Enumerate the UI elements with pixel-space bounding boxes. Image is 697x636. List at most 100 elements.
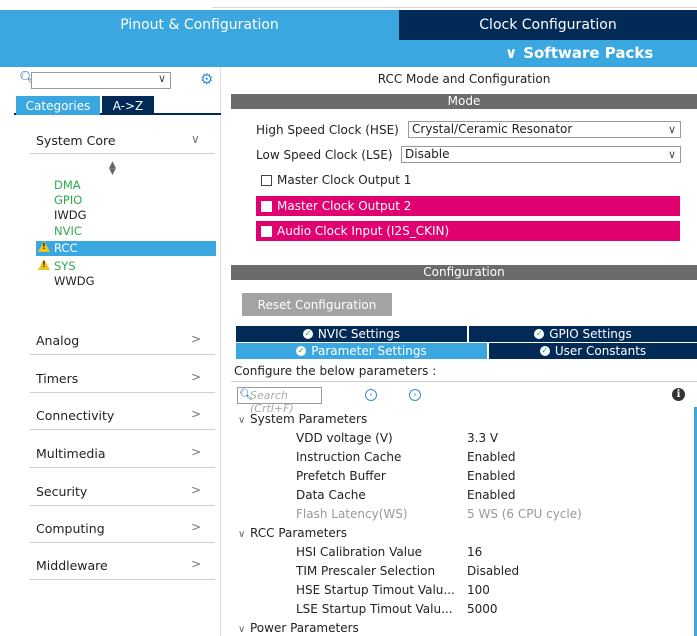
tab-clock-configuration[interactable]: Clock Configuration xyxy=(399,10,697,40)
group-system-core[interactable]: System Core ∨ xyxy=(14,129,221,153)
group-computing[interactable]: Computing > xyxy=(14,517,221,541)
panel-title: RCC Mode and Configuration xyxy=(377,72,551,86)
configuration-section-bar: Configuration xyxy=(231,265,697,280)
param-row[interactable]: Flash Latency(WS) 5 WS (6 CPU cycle) xyxy=(296,507,676,523)
peripheral-label: RCC xyxy=(54,241,78,255)
group-label: System Parameters xyxy=(250,412,368,426)
audio-clock-row[interactable]: Audio Clock Input (I2S_CKIN) xyxy=(256,221,680,241)
audio-clock-checkbox[interactable] xyxy=(261,225,272,237)
group-label: Computing xyxy=(36,521,105,536)
param-name: VDD voltage (V) xyxy=(296,431,393,445)
group-timers[interactable]: Timers > xyxy=(14,367,221,391)
param-row[interactable]: HSE Startup Timout Valu... 100 xyxy=(296,583,676,599)
software-packs-menu[interactable]: ∨ Software Packs xyxy=(505,44,653,62)
tab-gpio-settings[interactable]: ✓ GPIO Settings xyxy=(469,326,697,342)
group-label: Analog xyxy=(36,333,80,348)
mco2-checkbox[interactable] xyxy=(261,200,272,212)
divider xyxy=(30,354,215,355)
param-value: 5 WS (6 CPU cycle) xyxy=(467,507,582,521)
peripheral-label: WWDG xyxy=(54,274,95,288)
hse-select-value: Crystal/Ceramic Resonator xyxy=(412,122,573,136)
peripheral-rcc[interactable]: RCC xyxy=(36,241,216,256)
info-icon[interactable]: i xyxy=(672,388,685,401)
mode-section-bar: Mode xyxy=(231,94,697,109)
chevron-right-icon: > xyxy=(191,557,202,571)
chevron-down-icon: ∨ xyxy=(238,529,246,540)
param-row[interactable]: Instruction Cache Enabled xyxy=(296,450,676,466)
sidebar-search-input[interactable]: ∨ xyxy=(31,72,171,89)
mco1-label: Master Clock Output 1 xyxy=(277,173,412,187)
tab-a-to-z[interactable]: A->Z xyxy=(102,96,154,115)
warning-icon xyxy=(38,259,50,270)
tab-parameter-settings[interactable]: ✓ Parameter Settings xyxy=(236,343,487,359)
chevron-down-icon: ∨ xyxy=(238,415,246,426)
main-tabbar: Pinout & Configuration Clock Configurati… xyxy=(0,10,697,40)
sort-icon[interactable]: ▲ ▼ xyxy=(109,161,116,177)
chevron-right-icon: > xyxy=(191,445,202,459)
divider xyxy=(30,542,215,543)
next-icon[interactable]: › xyxy=(409,389,421,401)
param-row[interactable]: HSI Calibration Value 16 xyxy=(296,545,676,561)
peripheral-wwdg[interactable]: WWDG xyxy=(36,274,216,289)
param-name: Instruction Cache xyxy=(296,450,402,464)
system-parameters-group[interactable]: ∨ System Parameters xyxy=(238,412,367,426)
hse-select[interactable]: Crystal/Ceramic Resonator ∨ xyxy=(408,121,681,138)
peripheral-iwdg[interactable]: IWDG xyxy=(36,208,216,223)
lse-select[interactable]: Disable ∨ xyxy=(401,146,681,163)
param-row[interactable]: TIM Prescaler Selection Disabled xyxy=(296,564,676,580)
peripheral-label: DMA xyxy=(54,178,81,192)
lse-select-value: Disable xyxy=(405,147,450,161)
param-value: Enabled xyxy=(467,469,516,483)
param-row[interactable]: Prefetch Buffer Enabled xyxy=(296,469,676,485)
peripheral-sys[interactable]: SYS xyxy=(36,259,216,274)
check-circle-icon: ✓ xyxy=(534,329,545,339)
group-multimedia[interactable]: Multimedia > xyxy=(14,442,221,466)
param-row[interactable]: LSE Startup Timout Valu... 5000 xyxy=(296,602,676,618)
param-row[interactable]: Data Cache Enabled xyxy=(296,488,676,504)
tab-pinout-configuration[interactable]: Pinout & Configuration xyxy=(0,10,399,40)
tab-nvic-settings[interactable]: ✓ NVIC Settings xyxy=(236,326,467,342)
window-top-strip xyxy=(0,0,697,10)
group-middleware[interactable]: Middleware > xyxy=(14,554,221,578)
lse-label: Low Speed Clock (LSE) xyxy=(256,148,393,162)
group-label: Security xyxy=(36,484,88,499)
group-connectivity[interactable]: Connectivity > xyxy=(14,404,221,428)
divider xyxy=(30,579,215,580)
hse-label: High Speed Clock (HSE) xyxy=(256,123,399,137)
param-name: Data Cache xyxy=(296,488,366,502)
peripheral-gpio[interactable]: GPIO xyxy=(36,193,216,208)
category-tabs: Categories A->Z xyxy=(14,96,221,115)
rcc-panel: RCC Mode and Configuration Mode High Spe… xyxy=(231,67,697,636)
divider xyxy=(30,429,215,430)
rcc-parameters-group[interactable]: ∨ RCC Parameters xyxy=(238,526,347,540)
chevron-right-icon: > xyxy=(191,407,202,421)
peripheral-dma[interactable]: DMA xyxy=(36,178,216,193)
group-analog[interactable]: Analog > xyxy=(14,329,221,353)
software-packs-label: Software Packs xyxy=(523,44,654,62)
param-name: Flash Latency(WS) xyxy=(296,507,408,521)
tab-user-constants[interactable]: ✓ User Constants xyxy=(489,343,697,359)
mco2-row[interactable]: Master Clock Output 2 xyxy=(256,196,680,216)
peripheral-label: SYS xyxy=(54,259,76,273)
group-label: Connectivity xyxy=(36,408,115,423)
param-value: Enabled xyxy=(467,450,516,464)
reset-configuration-button[interactable]: Reset Configuration xyxy=(242,293,392,316)
parameter-search-input[interactable]: 🔍︎ Search (Crtl+F) xyxy=(237,387,322,415)
previous-icon[interactable]: ‹ xyxy=(365,389,377,401)
group-label: RCC Parameters xyxy=(250,526,347,540)
gear-icon[interactable]: ⚙ xyxy=(200,70,213,88)
group-security[interactable]: Security > xyxy=(14,480,221,504)
param-name: LSE Startup Timout Valu... xyxy=(296,602,453,616)
chevron-down-icon[interactable]: ∨ xyxy=(158,72,166,85)
param-row[interactable]: VDD voltage (V) 3.3 V xyxy=(296,431,676,447)
group-label: Timers xyxy=(36,371,79,386)
sidebar-search-row: 🔍︎ ∨ ⚙ xyxy=(14,70,221,89)
peripheral-nvic[interactable]: NVIC xyxy=(36,224,216,239)
param-value: Disabled xyxy=(467,564,520,578)
peripheral-label: GPIO xyxy=(54,193,83,207)
power-parameters-group[interactable]: ∨ Power Parameters xyxy=(238,621,359,635)
mco1-checkbox[interactable] xyxy=(261,174,272,186)
tab-categories[interactable]: Categories xyxy=(16,96,100,115)
chevron-down-icon: ∨ xyxy=(191,132,200,146)
mco1-row[interactable]: Master Clock Output 1 xyxy=(261,173,411,187)
